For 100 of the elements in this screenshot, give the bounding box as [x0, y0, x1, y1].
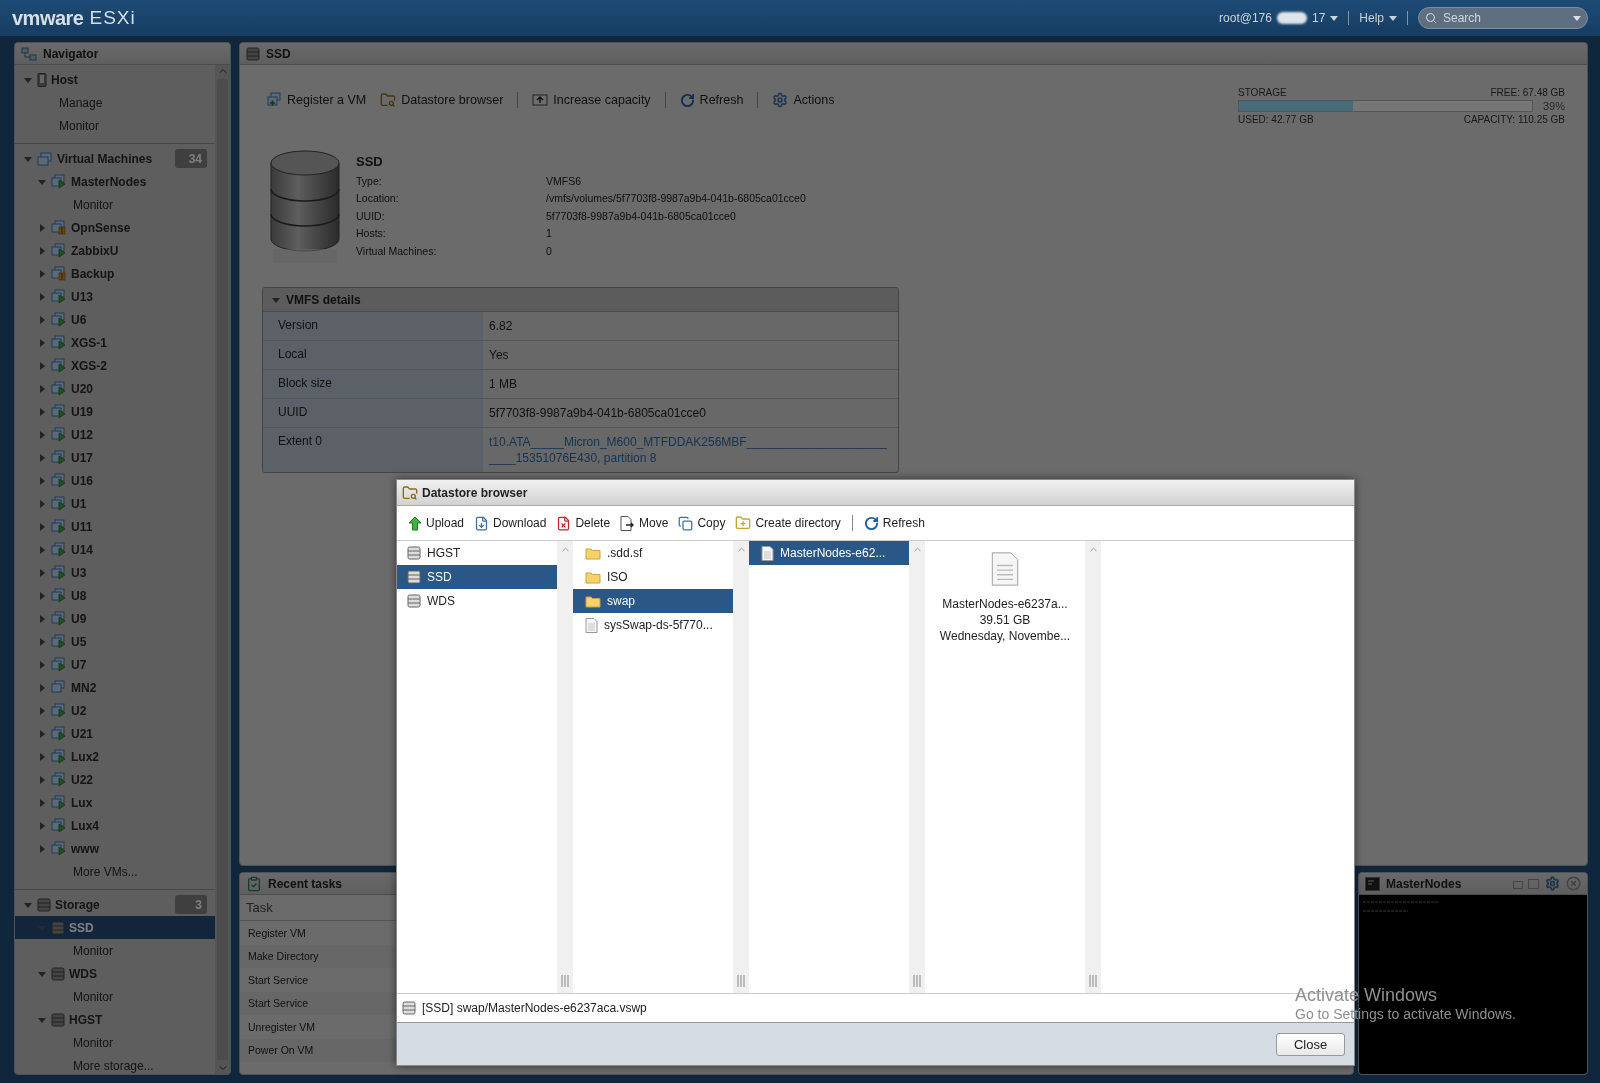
navigator-item[interactable]: ZabbixU	[15, 239, 215, 262]
tree-arrow-icon[interactable]	[37, 245, 47, 256]
scrollbar[interactable]	[909, 541, 925, 993]
tree-arrow-icon[interactable]	[37, 544, 47, 555]
navigator-item[interactable]: Host	[15, 68, 215, 91]
toolbar-button[interactable]: Actions	[768, 89, 839, 111]
window-controls-icon[interactable]	[1513, 878, 1539, 889]
navigator-item[interactable]: www	[15, 837, 215, 860]
navigator-item[interactable]: U3	[15, 561, 215, 584]
navigator-item[interactable]: U1	[15, 492, 215, 515]
tree-arrow-icon[interactable]	[37, 337, 47, 348]
resize-grip-icon[interactable]	[737, 975, 745, 987]
toolbar-button[interactable]: Download	[471, 511, 550, 535]
tree-arrow-icon[interactable]	[37, 360, 47, 371]
navigator-item[interactable]: U21	[15, 722, 215, 745]
navigator-item[interactable]: Lux4	[15, 814, 215, 837]
browser-item[interactable]: SSD	[397, 565, 557, 589]
tree-arrow-icon[interactable]	[37, 383, 47, 394]
tree-arrow-icon[interactable]	[37, 659, 47, 670]
navigator-item[interactable]: U22	[15, 768, 215, 791]
navigator-link[interactable]: More VMs...	[73, 864, 138, 879]
navigator-item[interactable]: XGS-2	[15, 354, 215, 377]
navigator-link[interactable]: Monitor	[73, 197, 113, 212]
toolbar-button[interactable]: Refresh	[675, 89, 748, 111]
navigator-item[interactable]: Backup	[15, 262, 215, 285]
navigator-item[interactable]: U20	[15, 377, 215, 400]
navigator-item[interactable]: U16	[15, 469, 215, 492]
toolbar-button[interactable]: Register a VM	[262, 89, 371, 111]
navigator-item[interactable]: WDS	[15, 962, 215, 985]
navigator-item[interactable]: U5	[15, 630, 215, 653]
scrollbar[interactable]	[1085, 541, 1101, 993]
navigator-item[interactable]: U11	[15, 515, 215, 538]
navigator-item[interactable]: U8	[15, 584, 215, 607]
close-button[interactable]: Close	[1276, 1032, 1345, 1056]
scrollbar[interactable]	[215, 65, 230, 1074]
navigator-item[interactable]: MasterNodes	[15, 170, 215, 193]
tree-arrow-icon[interactable]	[37, 705, 47, 716]
tree-arrow-icon[interactable]	[37, 820, 47, 831]
tree-arrow-icon[interactable]	[37, 590, 47, 601]
tree-arrow-icon[interactable]	[37, 268, 47, 279]
navigator-item[interactable]: U2	[15, 699, 215, 722]
search-field[interactable]: Search	[1441, 10, 1569, 26]
navigator-item[interactable]: U13	[15, 285, 215, 308]
toolbar-button[interactable]: Increase capacity	[528, 89, 655, 111]
user-menu[interactable]: root@176 17	[1219, 11, 1339, 25]
navigator-item[interactable]: U9	[15, 607, 215, 630]
close-icon[interactable]	[1566, 876, 1581, 891]
tree-arrow-icon[interactable]	[37, 567, 47, 578]
navigator-item[interactable]: HGST	[15, 1008, 215, 1031]
navigator-item[interactable]: XGS-1	[15, 331, 215, 354]
navigator-link[interactable]: Manage	[59, 95, 103, 110]
tree-arrow-icon[interactable]	[37, 291, 47, 302]
navigator-item[interactable]: Lux	[15, 791, 215, 814]
navigator-item[interactable]: U6	[15, 308, 215, 331]
toolbar-button[interactable]: Copy	[675, 511, 729, 535]
toolbar-button[interactable]: Refresh	[860, 511, 928, 535]
toolbar-button[interactable]: Delete	[553, 511, 614, 535]
tree-arrow-icon[interactable]	[37, 613, 47, 624]
resize-grip-icon[interactable]	[1089, 975, 1097, 987]
tree-arrow-icon[interactable]	[37, 751, 47, 762]
tree-arrow-icon[interactable]	[37, 406, 47, 417]
search-box[interactable]: Search	[1418, 7, 1588, 29]
toolbar-button[interactable]: Datastore browser	[376, 89, 508, 111]
navigator-item[interactable]: Lux2	[15, 745, 215, 768]
tree-arrow-icon[interactable]	[37, 222, 47, 233]
tree-arrow-icon[interactable]	[37, 774, 47, 785]
browser-item[interactable]: WDS	[397, 589, 557, 613]
navigator-item[interactable]: MN2	[15, 676, 215, 699]
help-menu[interactable]: Help	[1359, 11, 1397, 25]
navigator-link[interactable]: Monitor	[73, 989, 113, 1004]
settings-icon[interactable]	[1545, 876, 1560, 891]
tree-arrow-icon[interactable]	[37, 728, 47, 739]
tree-arrow-icon[interactable]	[37, 682, 47, 693]
navigator-item[interactable]: OpnSense	[15, 216, 215, 239]
scrollbar[interactable]	[733, 541, 749, 993]
toolbar-button[interactable]: Create directory	[732, 511, 844, 535]
toolbar-button[interactable]: Move	[617, 511, 672, 535]
tree-arrow-icon[interactable]	[37, 314, 47, 325]
navigator-item[interactable]: U12	[15, 423, 215, 446]
navigator-item[interactable]: U7	[15, 653, 215, 676]
navigator-item[interactable]: U19	[15, 400, 215, 423]
tree-arrow-icon[interactable]	[37, 636, 47, 647]
resize-grip-icon[interactable]	[561, 975, 569, 987]
navigator-link[interactable]: Monitor	[73, 943, 113, 958]
browser-item[interactable]: ISO	[573, 565, 733, 589]
browser-item[interactable]: sysSwap-ds-5f770...	[573, 613, 733, 637]
resize-grip-icon[interactable]	[913, 975, 921, 987]
navigator-link[interactable]: Monitor	[59, 118, 99, 133]
navigator-item[interactable]: U17	[15, 446, 215, 469]
tree-arrow-icon[interactable]	[37, 498, 47, 509]
tree-arrow-icon[interactable]	[37, 475, 47, 486]
navigator-item[interactable]: Storage 3	[15, 893, 215, 916]
extent-link[interactable]: t10.ATA_____Micron_M600_MTFDDAK256MBF_________________________15351076E430, partition 8	[483, 428, 898, 472]
tree-arrow-icon[interactable]	[37, 521, 47, 532]
browser-item[interactable]: swap	[573, 589, 733, 613]
browser-item[interactable]: .sdd.sf	[573, 541, 733, 565]
scrollbar[interactable]	[557, 541, 573, 993]
navigator-link[interactable]: Monitor	[73, 1035, 113, 1050]
tree-arrow-icon[interactable]	[37, 429, 47, 440]
navigator-item[interactable]: U14	[15, 538, 215, 561]
